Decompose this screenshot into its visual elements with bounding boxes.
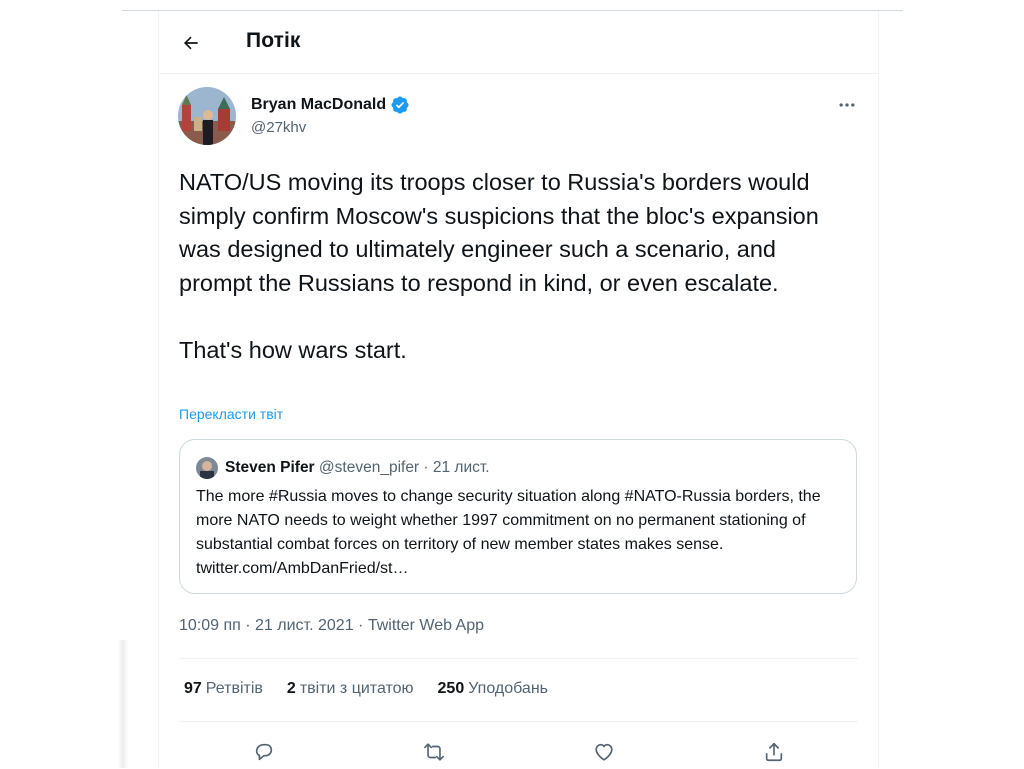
page-title: Потік xyxy=(246,29,301,52)
tweet-text: NATO/US moving its troops closer to Russ… xyxy=(179,169,819,363)
translate-tweet-link[interactable]: Перекласти твіт xyxy=(179,406,283,422)
quotes-count: 2 xyxy=(286,680,296,697)
author-avatar[interactable] xyxy=(178,87,236,145)
page-header: Потік xyxy=(159,11,878,74)
share-icon xyxy=(765,742,783,762)
tweet-detail-column: Потік Bryan MacDonald @27khv NATO/US mov… xyxy=(158,11,879,768)
share-button[interactable] xyxy=(757,735,791,769)
author-name-text: Bryan MacDonald xyxy=(251,96,387,113)
quote-header: Steven Pifer @steven_pifer · 21 лист. xyxy=(225,459,490,477)
author-handle[interactable]: @27khv xyxy=(251,119,306,136)
retweets-label: Ретвітів xyxy=(205,680,263,697)
quoted-tweet[interactable]: Steven Pifer @steven_pifer · 21 лист. Th… xyxy=(179,439,857,594)
quote-author-handle: @steven_pifer xyxy=(318,459,420,476)
likes-stat[interactable]: 250 Уподобань xyxy=(438,680,548,698)
retweet-icon xyxy=(424,743,444,761)
like-icon xyxy=(595,743,613,761)
quote-avatar-photo xyxy=(196,457,218,479)
divider xyxy=(179,658,858,659)
quote-text: The more #Russia moves to change securit… xyxy=(196,488,821,577)
quotes-stat[interactable]: 2 твіти з цитатою xyxy=(287,680,414,698)
tweet-timestamp-row: 10:09 пп · 21 лист. 2021 · Twitter Web A… xyxy=(179,617,484,635)
retweets-stat[interactable]: 97 Ретвітів xyxy=(184,680,263,698)
more-options-button[interactable] xyxy=(833,91,861,119)
divider xyxy=(179,721,858,722)
likes-label: Уподобань xyxy=(468,680,548,697)
avatar-photo xyxy=(178,87,236,145)
quote-author-avatar xyxy=(196,457,218,479)
retweets-count: 97 xyxy=(184,680,202,697)
likes-count: 250 xyxy=(437,680,465,697)
quotes-label: твіти з цитатою xyxy=(299,680,414,697)
more-icon xyxy=(839,103,855,107)
tweet-source[interactable]: Twitter Web App xyxy=(368,617,484,634)
reply-icon xyxy=(255,743,273,761)
quote-author-name: Steven Pifer xyxy=(225,459,315,476)
like-button[interactable] xyxy=(587,735,621,769)
left-edge-shadow xyxy=(118,640,128,768)
back-button[interactable] xyxy=(173,25,209,61)
tweet-stats: 97 Ретвітів 2 твіти з цитатою 250 Уподобань xyxy=(184,680,548,698)
arrow-left-icon xyxy=(183,36,198,50)
verified-badge-icon xyxy=(391,96,409,114)
reply-button[interactable] xyxy=(247,735,281,769)
tweet-timestamp[interactable]: 10:09 пп · 21 лист. 2021 xyxy=(179,617,354,634)
author-name[interactable]: Bryan MacDonald xyxy=(251,95,410,115)
timestamp-separator: · xyxy=(353,617,368,634)
quote-date: · 21 лист. xyxy=(419,459,490,476)
retweet-button[interactable] xyxy=(417,735,451,769)
